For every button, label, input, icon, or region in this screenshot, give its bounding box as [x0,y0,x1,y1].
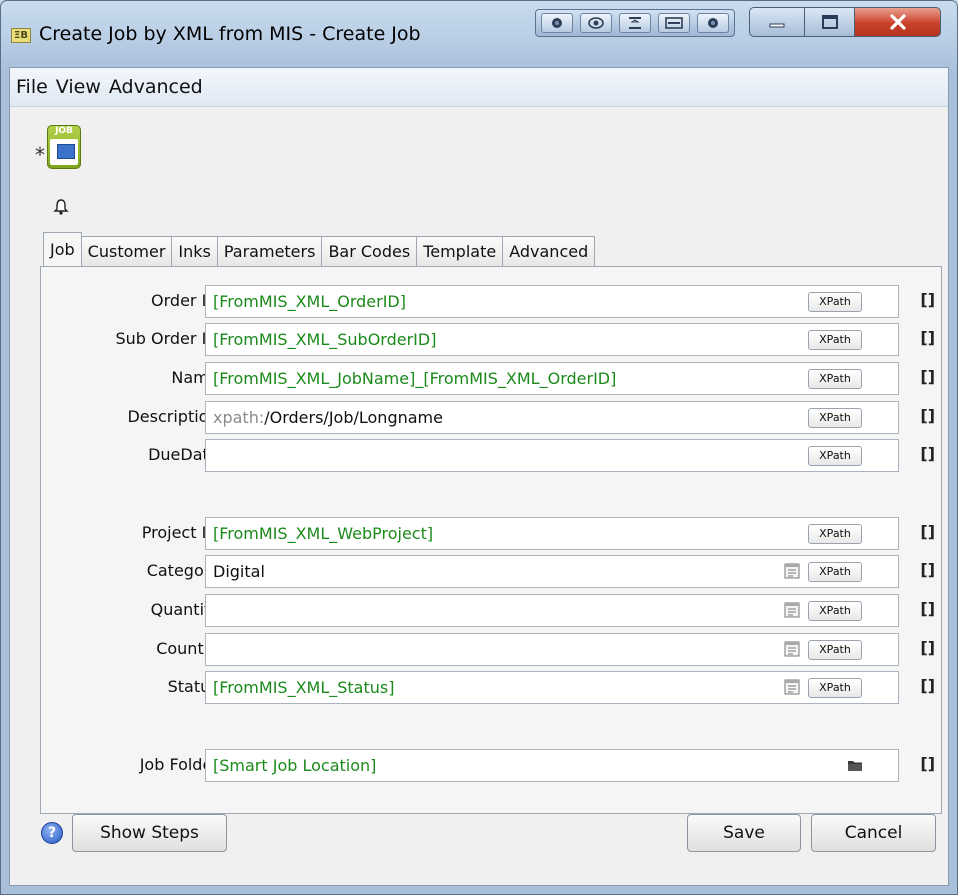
variable-brackets-button[interactable]: [] [920,638,935,657]
category-field[interactable]: Digital XPath [205,555,899,588]
project-id-row: Project ID: [FromMIS_XML_WebProject] XPa… [41,517,941,551]
description-value: xpath:/Orders/Job/Longname [213,408,443,427]
variable-brackets-button[interactable]: [] [920,560,935,579]
title-bar[interactable]: ΞΒ Create Job by XML from MIS - Create J… [1,1,957,67]
description-row: Description: xpath:/Orders/Job/Longname … [41,401,941,435]
variable-brackets-button[interactable]: [] [920,406,935,425]
country-field[interactable]: XPath [205,633,899,666]
tab-job[interactable]: Job [43,232,82,266]
country-row: Country: XPath [] [41,633,941,667]
variable-brackets-button[interactable]: [] [920,754,935,773]
name-value: [FromMIS_XML_JobName]_[FromMIS_XML_Order… [213,369,617,388]
list-icon[interactable] [784,602,800,618]
due-date-row: DueDate: XPath [] [41,439,941,473]
variable-brackets-button[interactable]: [] [920,367,935,386]
folder-icon [57,144,75,159]
save-button[interactable]: Save [687,814,801,852]
title-toolbar [535,9,735,37]
xpath-button[interactable]: XPath [808,524,862,544]
xpath-prefix: xpath: [213,408,265,427]
status-field[interactable]: [FromMIS_XML_Status] XPath [205,671,899,704]
description-field[interactable]: xpath:/Orders/Job/Longname XPath [205,401,899,434]
variable-brackets-button[interactable]: [] [920,676,935,695]
tab-inks[interactable]: Inks [172,236,218,267]
eye-icon[interactable] [580,13,613,33]
quantity-row: Quantity: XPath [] [41,594,941,628]
xpath-button[interactable]: XPath [808,640,862,660]
panel-icon[interactable] [657,13,690,33]
asterisk-icon: * [35,143,45,167]
tab-template[interactable]: Template [417,236,504,267]
dialog-content: File View Advanced JOB * Job Customer In… [9,67,949,886]
quantity-field[interactable]: XPath [205,594,899,627]
tab-advanced[interactable]: Advanced [503,236,596,267]
menu-bar: File View Advanced [10,68,948,107]
variable-brackets-button[interactable]: [] [920,522,935,541]
close-button[interactable] [855,7,941,37]
record-icon[interactable] [541,13,574,33]
status-row: Status: [FromMIS_XML_Status] XPath [] [41,671,941,705]
description-path: /Orders/Job/Longname [264,408,443,427]
create-job-icon: JOB * [35,125,81,169]
tab-parameters[interactable]: Parameters [217,236,323,267]
minimize-icon [769,23,785,28]
minimize-button[interactable] [749,7,805,37]
tab-bar: Job Customer Inks Parameters Bar Codes T… [43,232,596,267]
sub-order-id-value: [FromMIS_XML_SubOrderID] [213,330,437,349]
project-id-field[interactable]: [FromMIS_XML_WebProject] XPath [205,517,899,550]
name-field[interactable]: [FromMIS_XML_JobName]_[FromMIS_XML_Order… [205,362,899,395]
window-title: Create Job by XML from MIS - Create Job [39,23,421,45]
close-icon [889,14,906,30]
variable-brackets-button[interactable]: [] [920,444,935,463]
menu-advanced[interactable]: Advanced [105,76,207,98]
category-row: Category: Digital XPath [] [41,555,941,589]
status-value: [FromMIS_XML_Status] [213,678,395,697]
variable-brackets-button[interactable]: [] [920,328,935,347]
job-folder-row: Job Folder: [Smart Job Location] [] [41,749,941,783]
menu-file[interactable]: File [12,76,52,98]
capture-icon[interactable] [696,13,729,33]
order-id-value: [FromMIS_XML_OrderID] [213,292,406,311]
job-tab-panel: Order ID: [FromMIS_XML_OrderID] XPath []… [40,266,942,814]
xpath-button[interactable]: XPath [808,292,862,312]
tab-bar-codes[interactable]: Bar Codes [322,236,418,267]
xpath-button[interactable]: XPath [808,330,862,350]
sub-order-id-row: Sub Order ID: [FromMIS_XML_SubOrderID] X… [41,323,941,357]
maximize-button[interactable] [805,7,855,37]
layout-icon[interactable] [618,13,651,33]
folder-browse-icon[interactable] [847,759,863,772]
list-icon[interactable] [784,563,800,579]
variable-brackets-button[interactable]: [] [920,599,935,618]
job-folder-value: [Smart Job Location] [213,756,377,775]
window-controls [749,7,941,37]
job-folder-field[interactable]: [Smart Job Location] [205,749,899,782]
sub-order-id-field[interactable]: [FromMIS_XML_SubOrderID] XPath [205,323,899,356]
order-id-row: Order ID: [FromMIS_XML_OrderID] XPath [] [41,285,941,319]
xpath-button[interactable]: XPath [808,678,862,698]
xpath-button[interactable]: XPath [808,369,862,389]
maximize-icon [821,15,838,29]
list-icon[interactable] [784,679,800,695]
help-icon[interactable]: ? [41,822,63,844]
list-icon[interactable] [784,641,800,657]
cancel-button[interactable]: Cancel [811,814,936,852]
due-date-field[interactable]: XPath [205,439,899,472]
category-value: Digital [213,562,265,581]
xpath-button[interactable]: XPath [808,601,862,621]
xpath-button[interactable]: XPath [808,408,862,428]
show-steps-button[interactable]: Show Steps [72,814,227,852]
tab-customer[interactable]: Customer [81,236,173,267]
application-window: ΞΒ Create Job by XML from MIS - Create J… [0,0,958,895]
menu-view[interactable]: View [52,76,105,98]
app-icon: ΞΒ [11,28,31,43]
job-icon-caption: JOB [55,126,73,136]
variable-brackets-button[interactable]: [] [920,290,935,309]
name-row: Name: [FromMIS_XML_JobName]_[FromMIS_XML… [41,362,941,396]
bell-icon[interactable] [53,198,69,216]
project-id-value: [FromMIS_XML_WebProject] [213,524,434,543]
xpath-button[interactable]: XPath [808,562,862,582]
xpath-button[interactable]: XPath [808,446,862,466]
order-id-field[interactable]: [FromMIS_XML_OrderID] XPath [205,285,899,318]
